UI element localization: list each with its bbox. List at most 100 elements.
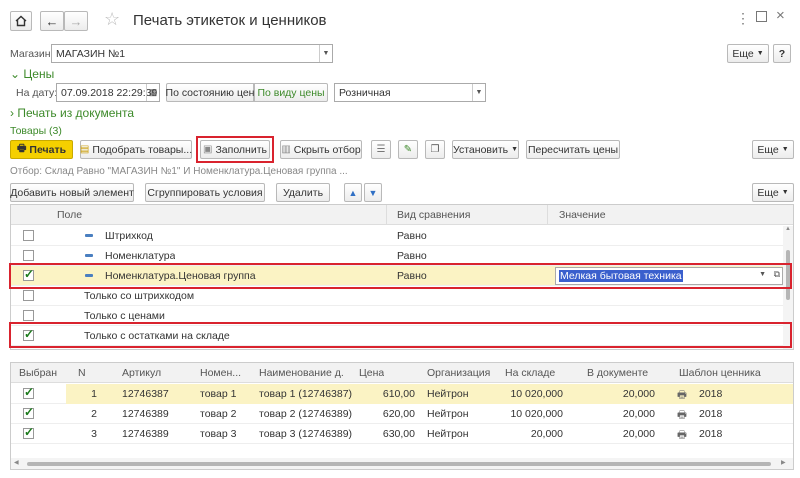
- price-type-field[interactable]: Розничная ▼: [334, 83, 486, 102]
- help-button[interactable]: ?: [773, 44, 791, 63]
- goods-table-header: Выбран N Артикул Номен... Наименование д…: [11, 363, 793, 383]
- row-price: 610,00: [382, 388, 415, 400]
- chevron-right-icon: ›: [10, 106, 14, 120]
- row-in-doc: 20,000: [622, 428, 655, 440]
- row-article: 12746389: [122, 408, 169, 420]
- print-from-doc-section[interactable]: › Печать из документа: [10, 106, 134, 120]
- col-nom-header[interactable]: Номен...: [200, 367, 244, 379]
- hide-filter-label: Скрыть отбор: [293, 143, 361, 156]
- row-n: 3: [91, 428, 97, 440]
- calendar-icon[interactable]: ▦: [146, 84, 159, 101]
- pick-icon: ▤: [79, 144, 90, 155]
- add-element-button[interactable]: Добавить новый элемент: [10, 183, 134, 202]
- col-template-header[interactable]: Шаблон ценника: [679, 367, 761, 379]
- list-icon-button[interactable]: ☰: [371, 140, 391, 159]
- col-compare-header[interactable]: Вид сравнения: [397, 209, 470, 221]
- filter-grid-header: Поле Вид сравнения Значение: [11, 205, 793, 225]
- filter-more-button[interactable]: Еще ▼: [752, 183, 794, 202]
- table-row[interactable]: 3 12746389 товар 3 товар 3 (12746389) 63…: [11, 424, 793, 444]
- row-nom: товар 3: [200, 428, 237, 440]
- col-field-header[interactable]: Поле: [57, 209, 82, 221]
- table-row-selected[interactable]: 1 12746387 товар 1 товар 1 (12746387) 61…: [11, 384, 793, 404]
- goods-title: Товары (3): [10, 125, 62, 137]
- set-button[interactable]: Установить ▼: [452, 140, 519, 159]
- col-value-header[interactable]: Значение: [559, 209, 606, 221]
- row-name: товар 2 (12746389): [259, 408, 353, 420]
- filter-row-checkbox[interactable]: [23, 290, 34, 301]
- col-in-doc-header[interactable]: В документе: [587, 367, 648, 379]
- header-more-button[interactable]: Еще ▼: [727, 44, 769, 63]
- group-conditions-button[interactable]: Сгруппировать условия: [145, 183, 265, 202]
- col-article-header[interactable]: Артикул: [122, 367, 161, 379]
- delete-label: Удалить: [282, 186, 324, 199]
- scroll-thumb[interactable]: [27, 462, 771, 466]
- arrow-left-icon: ←: [45, 13, 59, 29]
- chevron-down-icon[interactable]: ▼: [319, 45, 332, 62]
- filter-row[interactable]: Только со штрихкодом: [11, 286, 783, 306]
- store-field[interactable]: МАГАЗИН №1 ▼: [51, 44, 333, 63]
- filter-more-label: Еще: [757, 186, 779, 199]
- row-stock: 10 020,000: [510, 388, 563, 400]
- by-state-button[interactable]: По состоянию цен: [166, 83, 254, 102]
- date-value: 07.09.2018 22:29:39: [61, 86, 158, 99]
- hide-filter-button[interactable]: ▥ Скрыть отбор: [280, 140, 362, 159]
- filter-row-checkbox[interactable]: [23, 250, 34, 261]
- delete-button[interactable]: Удалить: [276, 183, 330, 202]
- goods-more-button[interactable]: Еще ▼: [752, 140, 794, 159]
- maximize-icon[interactable]: [756, 11, 767, 22]
- edit-icon-button[interactable]: ✎: [398, 140, 418, 159]
- row-name: товар 3 (12746389): [259, 428, 353, 440]
- row-selected-checkbox[interactable]: [23, 405, 34, 419]
- filter-text[interactable]: Отбор: Склад Равно "МАГАЗИН №1" И Номенк…: [10, 166, 348, 177]
- filter-compare[interactable]: Равно: [397, 250, 427, 262]
- col-n-header[interactable]: N: [78, 367, 86, 379]
- move-down-button[interactable]: ▼: [364, 183, 382, 202]
- print-button[interactable]: 🖶 Печать: [10, 140, 73, 159]
- col-org-header[interactable]: Организация: [427, 367, 490, 379]
- printer-icon: 🖶: [16, 143, 27, 154]
- table-row[interactable]: 2 12746389 товар 2 товар 2 (12746389) 62…: [11, 404, 793, 424]
- by-type-label: По виду цены: [257, 86, 325, 99]
- filter-field: Штрихкод: [105, 230, 153, 242]
- scroll-up-icon[interactable]: ▲: [785, 226, 791, 232]
- filter-row-checkbox[interactable]: [23, 230, 34, 241]
- by-type-button[interactable]: По виду цены: [254, 83, 328, 102]
- store-value: МАГАЗИН №1: [56, 47, 126, 60]
- close-icon[interactable]: ×: [776, 7, 785, 24]
- favorite-star-icon[interactable]: ☆: [104, 9, 120, 30]
- home-icon: [15, 15, 27, 27]
- col-divider: [386, 205, 387, 225]
- col-price-header[interactable]: Цена: [359, 367, 384, 379]
- table-hscrollbar[interactable]: ◀ ▶: [11, 458, 793, 469]
- back-button[interactable]: ←: [40, 11, 64, 31]
- chevron-down-icon[interactable]: ▼: [472, 84, 485, 101]
- col-divider: [547, 205, 548, 225]
- row-n: 1: [91, 388, 97, 400]
- row-name: товар 1 (12746387): [259, 388, 353, 400]
- filter-row-checkbox[interactable]: [23, 310, 34, 321]
- printer-icon: 🖶: [677, 429, 687, 441]
- col-selected-header[interactable]: Выбран: [19, 367, 57, 379]
- row-selected-checkbox[interactable]: [23, 425, 34, 439]
- copy-icon-button[interactable]: ❐: [425, 140, 445, 159]
- window-menu-icon[interactable]: ⋮: [736, 10, 750, 27]
- scroll-left-icon[interactable]: ◀: [14, 459, 19, 466]
- pick-goods-button[interactable]: ▤ Подобрать товары...: [80, 140, 192, 159]
- move-up-button[interactable]: ▲: [344, 183, 362, 202]
- add-element-label: Добавить новый элемент: [10, 186, 134, 199]
- date-field[interactable]: 07.09.2018 22:29:39 ▦: [56, 83, 160, 102]
- prices-section[interactable]: ⌄ Цены: [10, 67, 54, 81]
- filter-compare[interactable]: Равно: [397, 230, 427, 242]
- home-button[interactable]: [10, 11, 32, 31]
- forward-button[interactable]: →: [64, 11, 88, 31]
- row-org: Нейтрон: [427, 388, 469, 400]
- recalc-button[interactable]: Пересчитать цены: [526, 140, 620, 159]
- filter-row[interactable]: Штрихкод Равно: [11, 226, 783, 246]
- header-more-label: Еще: [732, 47, 754, 60]
- row-selected-checkbox[interactable]: [23, 385, 34, 399]
- edit-icon: ✎: [403, 144, 413, 155]
- col-stock-header[interactable]: На складе: [505, 367, 555, 379]
- col-name-header[interactable]: Наименование д...: [259, 367, 343, 379]
- scroll-right-icon[interactable]: ▶: [781, 459, 786, 466]
- arrow-up-icon: ▲: [348, 187, 358, 198]
